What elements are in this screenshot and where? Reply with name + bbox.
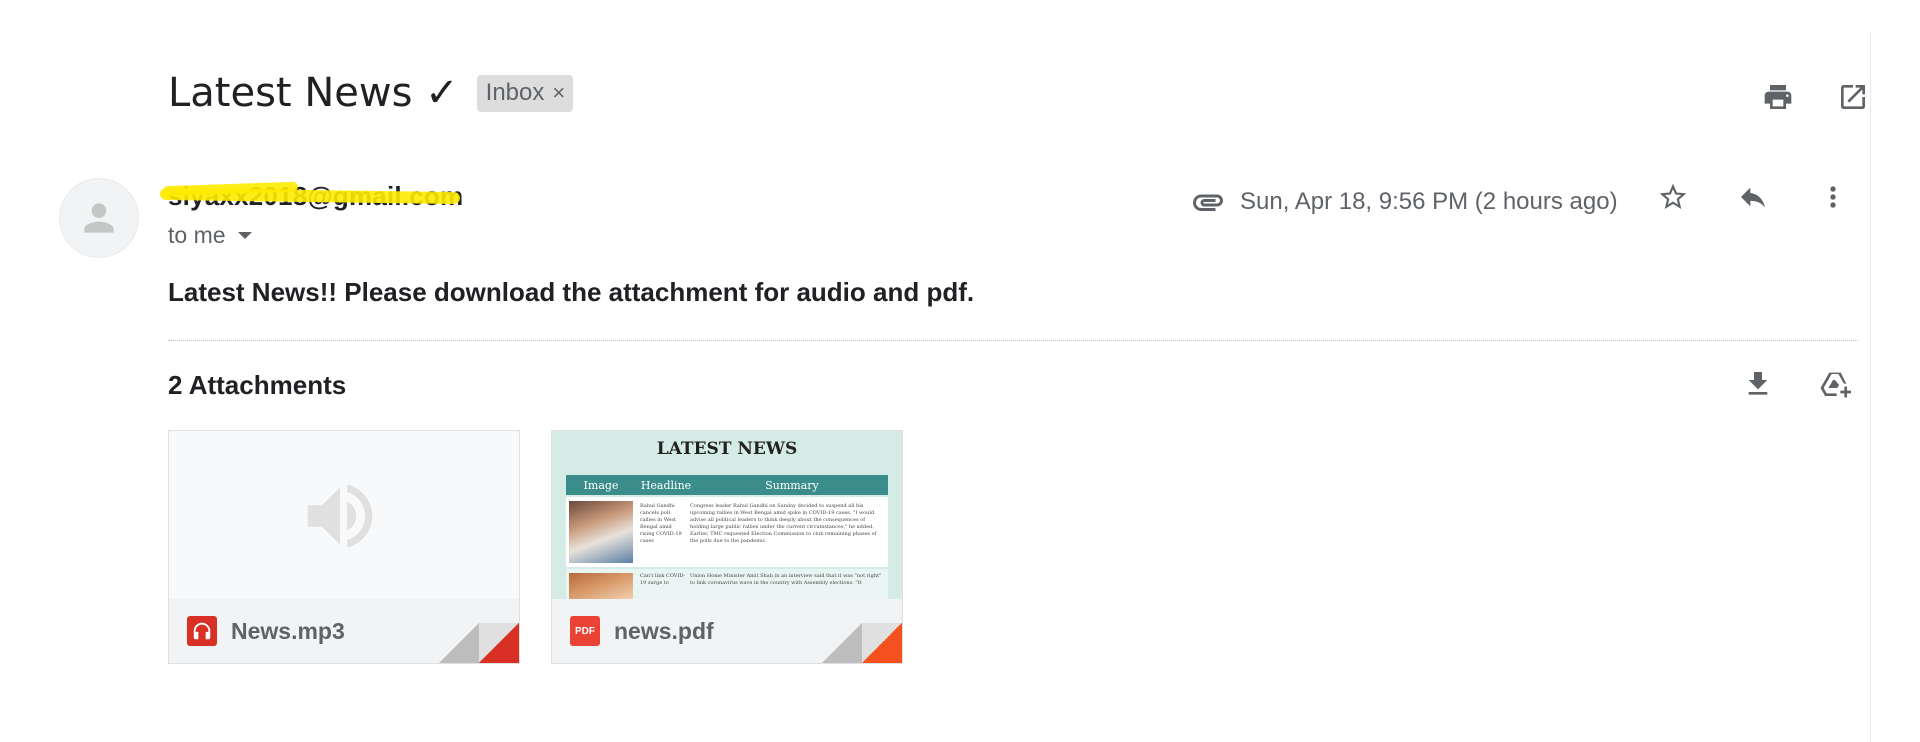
- email-subject-bar: Latest News ✓ Inbox ×: [168, 70, 574, 116]
- reply-icon: [1741, 187, 1765, 208]
- print-button[interactable]: [1758, 77, 1798, 117]
- download-all-button[interactable]: [1738, 364, 1778, 404]
- speaker-icon: [307, 484, 373, 548]
- pane-divider: [1870, 32, 1871, 742]
- print-icon: [1764, 85, 1792, 109]
- pdf-preview-header: Image Headline Summary: [566, 475, 888, 495]
- message-body: Latest News!! Please download the attach…: [168, 277, 975, 307]
- pdf-col-header: Summary: [765, 478, 819, 492]
- corner-fold: [439, 623, 479, 663]
- attachment-card-audio[interactable]: News.mp3: [168, 430, 520, 664]
- corner-fold: [822, 623, 862, 663]
- corner-flag: [862, 623, 902, 663]
- pdf-col-header: Headline: [640, 478, 692, 492]
- open-in-new-window-button[interactable]: [1833, 77, 1873, 117]
- more-options-button[interactable]: [1813, 177, 1853, 217]
- audio-preview: [169, 431, 519, 599]
- label-chip-text: Inbox: [485, 78, 545, 106]
- inbox-label-chip[interactable]: Inbox ×: [476, 74, 574, 112]
- pdf-icon-label: PDF: [575, 625, 595, 637]
- download-icon: [1748, 372, 1768, 395]
- recipient-line: to me: [168, 222, 226, 248]
- attachment-card-pdf[interactable]: LATEST NEWS Image Headline Summary Rahul…: [551, 430, 903, 664]
- sender-avatar[interactable]: [59, 178, 139, 258]
- pdf-preview-row: Rahul Gandhi cancels poll rallies in Wes…: [566, 497, 888, 567]
- recipient-details-toggle[interactable]: to me: [168, 222, 252, 249]
- pdf-col-header: Image: [583, 478, 619, 492]
- paperclip-icon: [1193, 194, 1223, 211]
- message-meta: Sun, Apr 18, 9:56 PM (2 hours ago): [1190, 184, 1618, 220]
- avatar-icon: [84, 203, 114, 233]
- headphones-icon: [187, 616, 217, 646]
- pdf-preview: LATEST NEWS Image Headline Summary Rahul…: [552, 431, 902, 599]
- more-vert-icon: [1830, 186, 1836, 208]
- star-icon: [1659, 183, 1687, 209]
- reply-button[interactable]: [1733, 177, 1773, 217]
- message-date: Sun, Apr 18, 9:56 PM (2 hours ago): [1240, 188, 1618, 215]
- corner-flag: [479, 623, 519, 663]
- pdf-summary: Congress leader Rahul Gandhi on Sunday d…: [690, 503, 877, 544]
- caret-down-icon: [237, 232, 252, 239]
- add-all-to-drive-button[interactable]: [1815, 364, 1855, 404]
- open-in-new-icon: [1841, 85, 1865, 109]
- email-subject: Latest News ✓: [168, 70, 459, 116]
- pdf-news-image: [569, 501, 633, 563]
- pdf-headline: Can't link COVID-19 surge to: [640, 573, 686, 586]
- star-button[interactable]: [1653, 177, 1693, 217]
- pdf-news-image: [569, 573, 633, 599]
- pdf-preview-row: Can't link COVID-19 surge to Union Home …: [566, 569, 888, 599]
- pdf-preview-title: LATEST NEWS: [656, 439, 798, 459]
- add-to-drive-icon: [1820, 372, 1851, 398]
- remove-label-button[interactable]: ×: [552, 80, 565, 106]
- pdf-headline: Rahul Gandhi cancels poll rallies in Wes…: [640, 503, 682, 544]
- attachment-filename: News.mp3: [231, 617, 345, 644]
- attachments-divider: [168, 340, 1858, 341]
- pdf-icon: PDF: [570, 616, 600, 646]
- attachments-title: 2 Attachments: [168, 370, 347, 400]
- attachment-filename: news.pdf: [614, 617, 714, 644]
- pdf-summary: Union Home Minister Amit Shah in an inte…: [690, 573, 882, 586]
